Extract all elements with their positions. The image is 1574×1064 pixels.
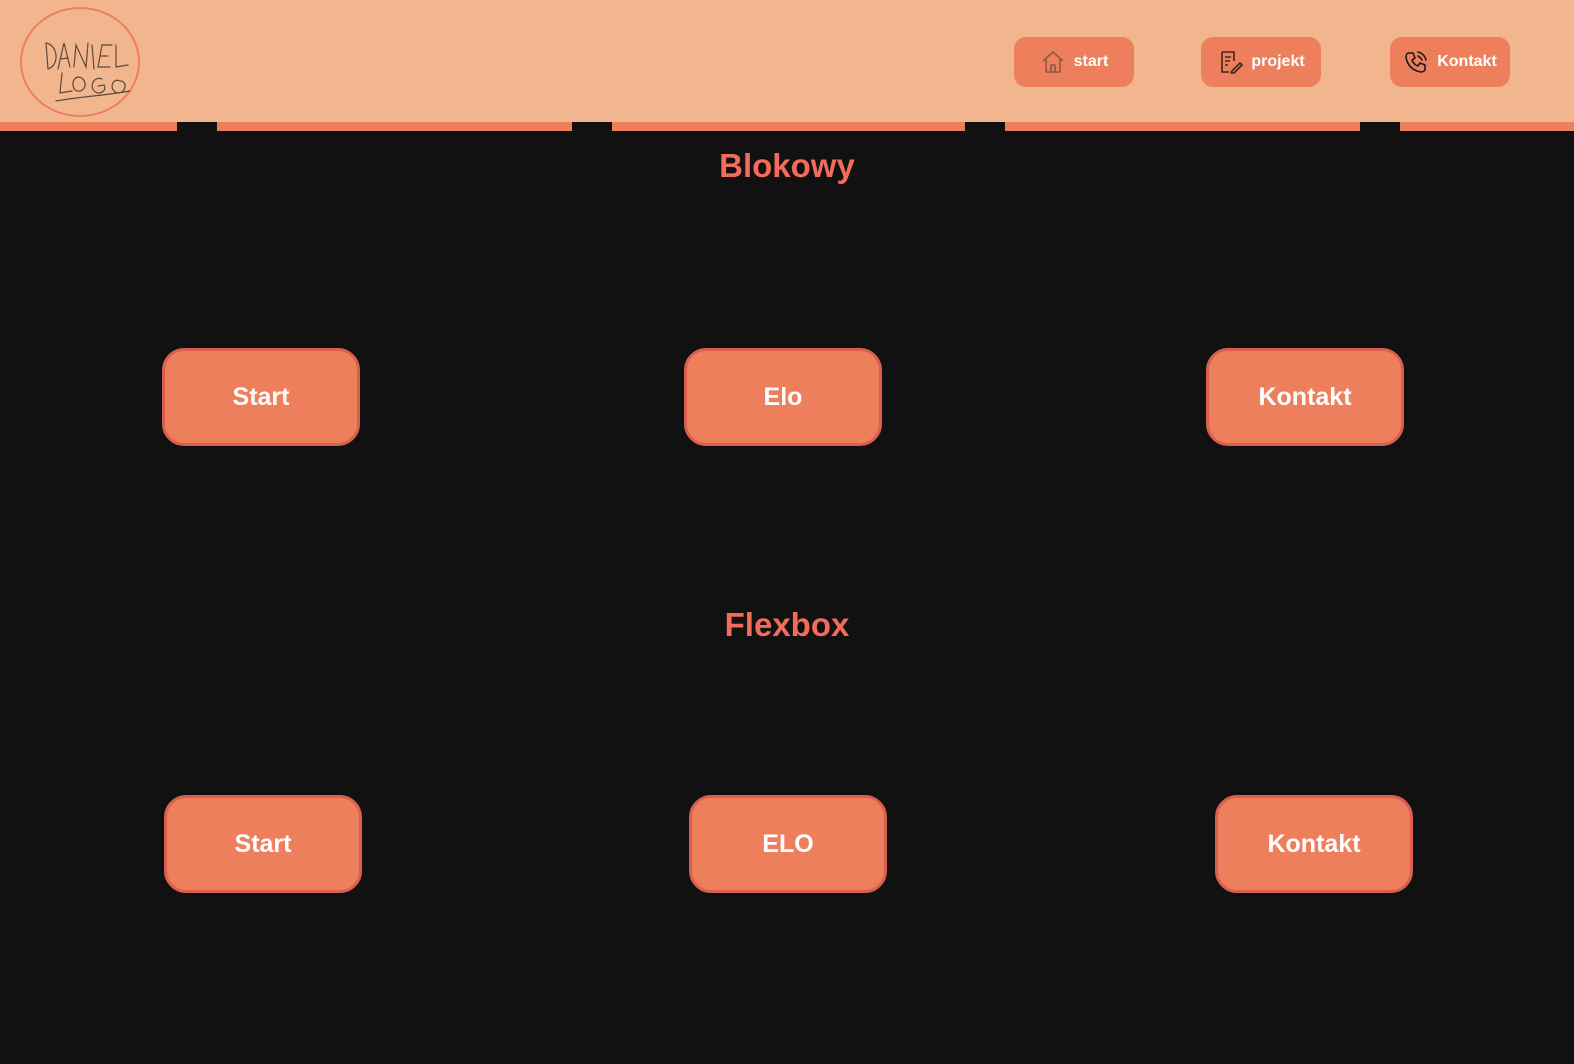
nav-kontakt-label: Kontakt [1437,53,1497,70]
phone-icon [1403,49,1429,75]
section-title-flexbox: Flexbox [724,606,850,643]
header-divider-segment [0,122,177,131]
nav-projekt-button[interactable]: projekt [1201,37,1321,87]
logo[interactable] [20,7,140,117]
section-title-blokowy: Blokowy [719,147,855,184]
header-divider-segment [1400,122,1574,131]
signature-logo-icon [45,42,131,102]
blokowy-kontakt-button[interactable]: Kontakt [1206,348,1404,446]
nav-start-label: start [1073,53,1109,70]
nav-projekt-label: projekt [1251,53,1305,70]
flexbox-elo-button[interactable]: ELO [689,795,887,893]
home-icon [1040,49,1066,75]
site-header: start projekt Kontakt [0,0,1574,122]
header-divider-segment [1005,122,1360,131]
header-divider-segment [612,122,965,131]
nav-kontakt-button[interactable]: Kontakt [1390,37,1510,87]
flexbox-start-button[interactable]: Start [164,795,362,893]
document-edit-icon [1217,49,1244,75]
blokowy-start-button[interactable]: Start [162,348,360,446]
blokowy-elo-button[interactable]: Elo [684,348,882,446]
header-divider-segment [217,122,572,131]
flexbox-kontakt-button[interactable]: Kontakt [1215,795,1413,893]
nav-start-button[interactable]: start [1014,37,1134,87]
